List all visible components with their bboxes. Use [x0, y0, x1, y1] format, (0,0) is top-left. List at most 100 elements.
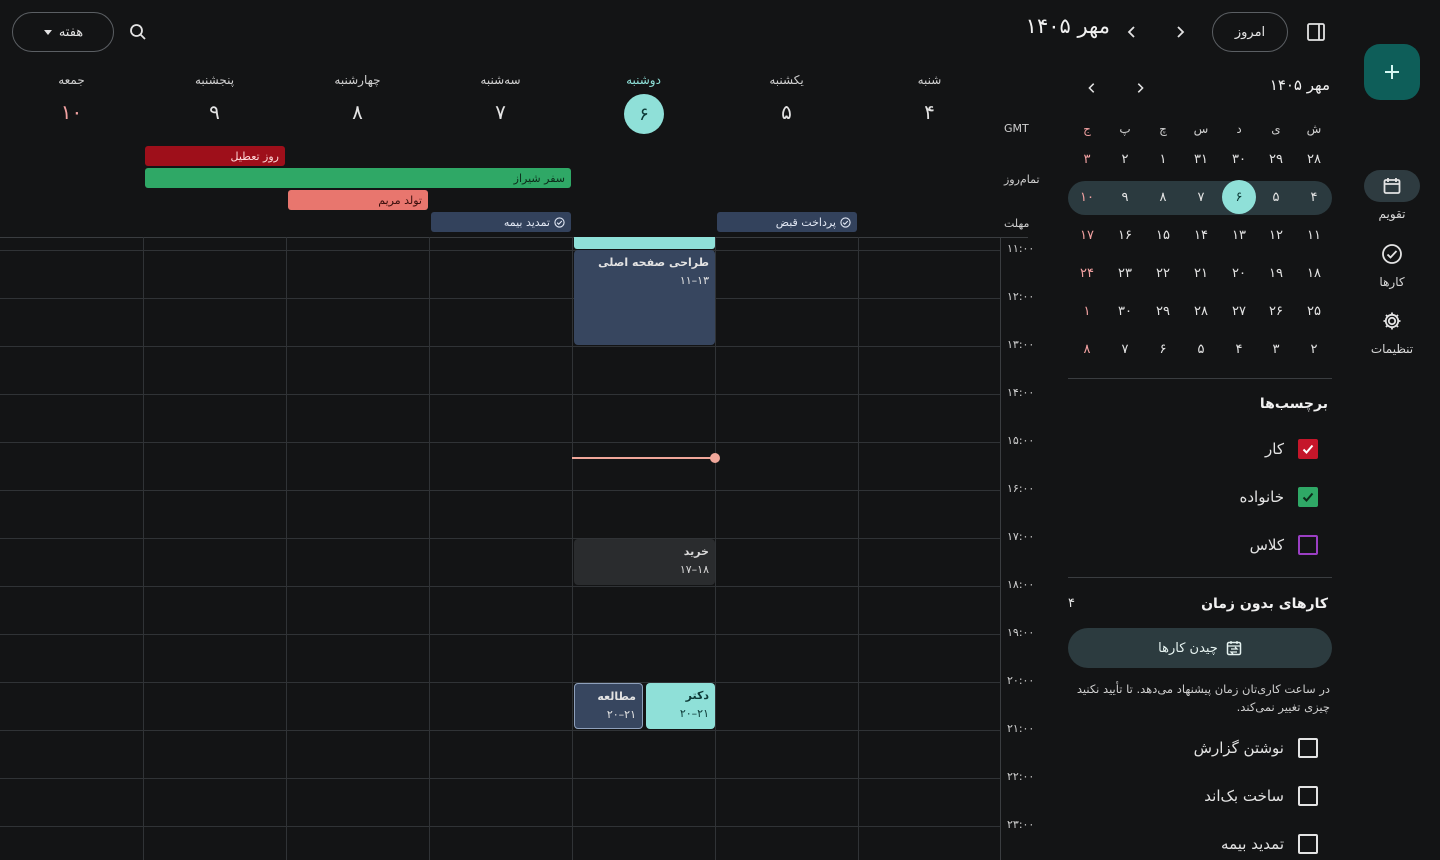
- deadline-event[interactable]: تمدید بیمه: [431, 212, 571, 232]
- time-gutter-border: [1000, 237, 1001, 860]
- rail-item-calendar[interactable]: تقویم: [1362, 170, 1422, 221]
- mini-day[interactable]: ۲۵: [1295, 292, 1333, 330]
- mini-day[interactable]: ۲۸: [1182, 292, 1220, 330]
- timed-event[interactable]: خرید ۱۷–۱۸: [574, 539, 715, 585]
- rail-item-settings[interactable]: تنظیمات: [1362, 305, 1422, 356]
- day-number[interactable]: ۹: [143, 100, 286, 128]
- mini-day[interactable]: ۲۰: [1220, 254, 1258, 292]
- mini-day[interactable]: ۵: [1182, 330, 1220, 368]
- task-item[interactable]: نوشتن گزارش: [1130, 736, 1330, 760]
- allday-event[interactable]: روز تعطیل: [145, 146, 285, 166]
- deadline-event[interactable]: پرداخت قبض: [717, 212, 857, 232]
- checkbox[interactable]: [1298, 786, 1318, 806]
- mini-day[interactable]: ۳۰: [1106, 292, 1144, 330]
- day-number[interactable]: ۸: [286, 100, 429, 128]
- today-button[interactable]: امروز: [1212, 12, 1288, 52]
- checkbox[interactable]: [1298, 487, 1318, 507]
- chevron-right-icon: [1137, 83, 1144, 93]
- mini-day[interactable]: ۴: [1295, 178, 1333, 216]
- mini-day[interactable]: ۱۶: [1106, 216, 1144, 254]
- mini-day[interactable]: ۲۸: [1295, 140, 1333, 178]
- day-number-today[interactable]: ۶: [624, 94, 664, 134]
- timed-event[interactable]: دکتر ۲۰–۲۱: [646, 683, 715, 729]
- mini-prev-button[interactable]: [1078, 76, 1106, 100]
- timed-event[interactable]: مطالعه ۲۰–۲۱: [574, 683, 643, 729]
- checkbox[interactable]: [1298, 439, 1318, 459]
- checkbox[interactable]: [1298, 535, 1318, 555]
- timed-event[interactable]: طراحی صفحه اصلی ۱۱–۱۳: [574, 250, 715, 345]
- mini-day[interactable]: ۱۲: [1257, 216, 1295, 254]
- label-name: کار: [1265, 440, 1284, 458]
- sidebar-toggle-icon: [1307, 23, 1325, 41]
- mini-day[interactable]: ۱۴: [1182, 216, 1220, 254]
- mini-day[interactable]: ۲۱: [1182, 254, 1220, 292]
- mini-day[interactable]: ۵: [1257, 178, 1295, 216]
- event-overflow-indicator[interactable]: [574, 237, 715, 249]
- mini-day[interactable]: ۸: [1068, 330, 1106, 368]
- create-button[interactable]: [1364, 44, 1420, 100]
- event-title: پرداخت قبض: [775, 215, 836, 229]
- mini-day[interactable]: ۱۷: [1068, 216, 1106, 254]
- label-filter-work[interactable]: کار: [1130, 437, 1330, 461]
- mini-day[interactable]: ۲۶: [1257, 292, 1295, 330]
- mini-day[interactable]: ۱۰: [1068, 178, 1106, 216]
- mini-day[interactable]: ۲۹: [1257, 140, 1295, 178]
- mini-day[interactable]: ۲: [1295, 330, 1333, 368]
- month-title: مهر ۱۴۰۵: [1025, 14, 1110, 38]
- mini-next-button[interactable]: [1126, 76, 1154, 100]
- mini-day[interactable]: ۱۸: [1295, 254, 1333, 292]
- mini-day[interactable]: ۶: [1220, 178, 1258, 216]
- day-number[interactable]: ۷: [429, 100, 572, 128]
- hour-label: ۱۱:۰۰: [1007, 242, 1035, 255]
- day-number[interactable]: ۱۰: [0, 100, 143, 128]
- mini-day[interactable]: ۹: [1106, 178, 1144, 216]
- divider: [1068, 378, 1332, 379]
- mini-day[interactable]: ۱: [1144, 140, 1182, 178]
- day-column-line: [143, 237, 144, 860]
- event-title: تولد مریم: [378, 193, 422, 207]
- label-filter-family[interactable]: خانواده: [1130, 485, 1330, 509]
- mini-day[interactable]: ۲۴: [1068, 254, 1106, 292]
- allday-event[interactable]: تولد مریم: [288, 190, 428, 210]
- mini-day[interactable]: ۱: [1068, 292, 1106, 330]
- day-number[interactable]: ۴: [858, 100, 1001, 128]
- mini-day[interactable]: ۳: [1257, 330, 1295, 368]
- mini-day[interactable]: ۸: [1144, 178, 1182, 216]
- mini-day[interactable]: ۷: [1106, 330, 1144, 368]
- day-name: دوشنبه: [626, 73, 661, 87]
- allday-event[interactable]: سفر شیراز: [145, 168, 571, 188]
- arrange-tasks-button[interactable]: چیدن کارها: [1068, 628, 1332, 668]
- next-period-button[interactable]: [1164, 16, 1196, 48]
- mini-day[interactable]: ۲: [1106, 140, 1144, 178]
- hour-line: [0, 490, 1000, 491]
- checkbox[interactable]: [1298, 738, 1318, 758]
- mini-day[interactable]: ۱۵: [1144, 216, 1182, 254]
- toggle-sidebar-button[interactable]: [1300, 16, 1332, 48]
- day-name: سه‌شنبه: [480, 73, 521, 87]
- label-filter-class[interactable]: کلاس: [1130, 533, 1330, 557]
- mini-day[interactable]: ۳۰: [1220, 140, 1258, 178]
- rail-item-tasks[interactable]: کارها: [1362, 238, 1422, 289]
- task-item[interactable]: ساخت بک‌اند: [1130, 784, 1330, 808]
- mini-day[interactable]: ۶: [1144, 330, 1182, 368]
- mini-day[interactable]: ۱۳: [1220, 216, 1258, 254]
- checkbox[interactable]: [1298, 834, 1318, 854]
- mini-day[interactable]: ۱۹: [1257, 254, 1295, 292]
- mini-day[interactable]: ۲۹: [1144, 292, 1182, 330]
- search-button[interactable]: [122, 16, 154, 48]
- mini-day[interactable]: ۴: [1220, 330, 1258, 368]
- mini-day[interactable]: ۳: [1068, 140, 1106, 178]
- today-number: ۶: [624, 94, 664, 134]
- mini-day[interactable]: ۲۳: [1106, 254, 1144, 292]
- hour-line: [0, 394, 1000, 395]
- mini-day[interactable]: ۷: [1182, 178, 1220, 216]
- mini-day[interactable]: ۳۱: [1182, 140, 1220, 178]
- view-selector[interactable]: هفته: [12, 12, 114, 52]
- mini-day[interactable]: ۲۲: [1144, 254, 1182, 292]
- task-item[interactable]: تمدید بیمه: [1130, 832, 1330, 856]
- prev-period-button[interactable]: [1116, 16, 1148, 48]
- mini-day[interactable]: ۲۷: [1220, 292, 1258, 330]
- day-number[interactable]: ۵: [715, 100, 858, 128]
- mini-day[interactable]: ۱۱: [1295, 216, 1333, 254]
- event-time: ۱۱–۱۳: [679, 274, 709, 287]
